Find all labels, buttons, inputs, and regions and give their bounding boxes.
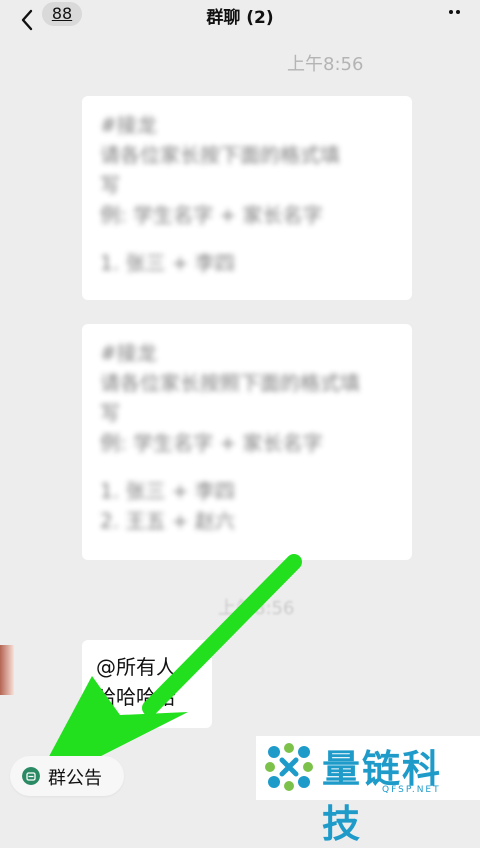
- blurred-message-text: #接龙 请各位家长按下面的格式填写 例: 学生名字 + 家长名字 1. 张三 +…: [100, 110, 394, 278]
- message-card[interactable]: #接龙 请各位家长按下面的格式填写 例: 学生名字 + 家长名字 1. 张三 +…: [82, 96, 412, 300]
- group-notice-button[interactable]: 群公告: [10, 756, 124, 796]
- watermark-logo-icon: [265, 743, 313, 791]
- message-bubble[interactable]: @所有人 哈哈哈哈: [82, 640, 212, 728]
- message-line: 1. 张三 + 李四: [100, 251, 235, 275]
- group-notice-icon: [22, 767, 40, 785]
- message-card[interactable]: #接龙 请各位家长按照下面的格式填写 例: 学生名字 + 家长名字 1. 张三 …: [82, 324, 412, 560]
- chat-header: 88 群聊 (2): [0, 0, 480, 36]
- message-line: 1. 张三 + 李四: [100, 479, 235, 503]
- watermark: 量链科技 QFSP.NET: [256, 736, 480, 846]
- message-line: @所有人: [96, 655, 176, 679]
- message-line: 哈哈哈哈: [96, 685, 176, 709]
- message-line: #接龙: [100, 341, 157, 365]
- blurred-message-text: #接龙 请各位家长按照下面的格式填写 例: 学生名字 + 家长名字 1. 张三 …: [100, 338, 394, 536]
- message-timestamp: 上午8:56: [218, 598, 295, 619]
- message-line: #接龙: [100, 113, 157, 137]
- message-line: 请各位家长按下面的格式填写: [100, 143, 340, 197]
- avatar[interactable]: [0, 645, 14, 695]
- watermark-subtext: QFSP.NET: [382, 785, 441, 795]
- message-line: 例: 学生名字 + 家长名字: [100, 431, 323, 455]
- message-line: 2. 王五 + 赵六: [100, 509, 235, 533]
- message-line: 请各位家长按照下面的格式填写: [100, 371, 360, 425]
- message-timestamp: 上午8:56: [287, 54, 364, 75]
- ellipsis-icon[interactable]: [448, 8, 468, 16]
- group-notice-label: 群公告: [48, 768, 102, 789]
- message-line: 例: 学生名字 + 家长名字: [100, 203, 323, 227]
- chat-title: 群聊 (2): [206, 8, 274, 28]
